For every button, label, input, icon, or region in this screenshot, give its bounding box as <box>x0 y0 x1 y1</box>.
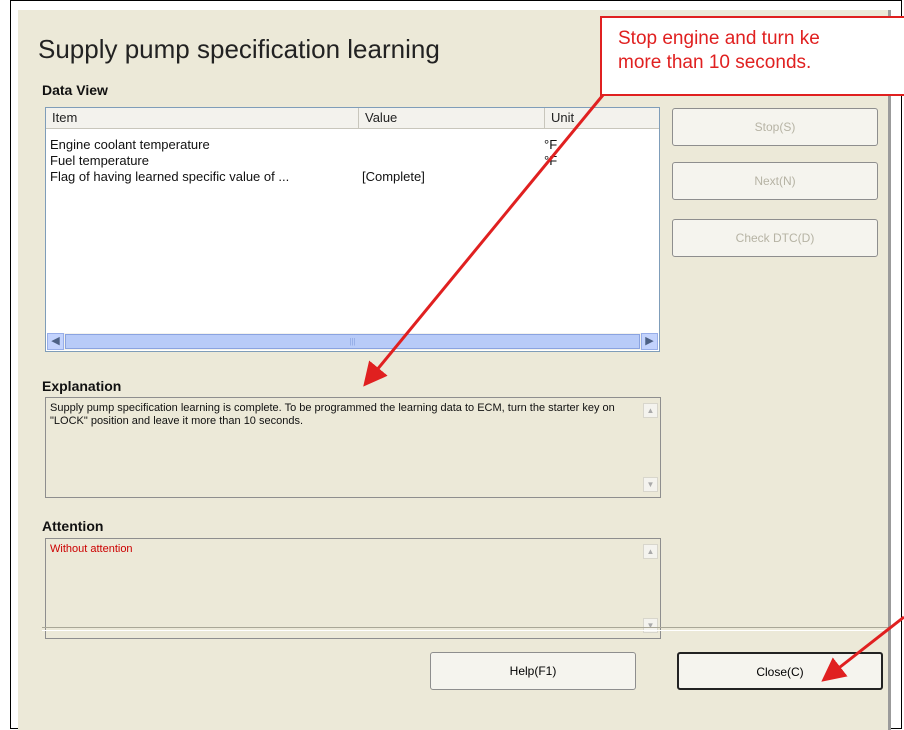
divider <box>42 627 888 631</box>
row-item: Flag of having learned specific value of… <box>50 169 290 184</box>
explanation-textbox[interactable]: Supply pump specification learning is co… <box>45 397 661 498</box>
scroll-right-icon[interactable]: ▶ <box>641 333 658 350</box>
scroll-down-icon[interactable]: ▼ <box>643 477 658 492</box>
row-value: [Complete] <box>362 169 425 184</box>
row-unit: °F <box>544 137 558 152</box>
annotation-callout-text: Stop engine and turn ke more than 10 sec… <box>618 28 820 73</box>
explanation-text: Supply pump specification learning is co… <box>50 402 615 427</box>
attention-label: Attention <box>42 518 104 534</box>
column-header-unit[interactable]: Unit <box>545 108 659 128</box>
row-item: Engine coolant temperature <box>50 137 210 152</box>
stop-button[interactable]: Stop(S) <box>672 108 878 146</box>
attention-text: Without attention <box>50 543 133 555</box>
column-header-value[interactable]: Value <box>359 108 545 128</box>
horizontal-scrollbar[interactable]: ◀ ||| ▶ <box>47 333 658 350</box>
close-button[interactable]: Close(C) <box>677 652 883 690</box>
scroll-thumb[interactable]: ||| <box>65 334 640 349</box>
help-button[interactable]: Help(F1) <box>430 652 636 690</box>
page-title: Supply pump specification learning <box>38 34 440 64</box>
vertical-scrollbar[interactable]: ▲ ▼ <box>642 540 659 637</box>
scroll-up-icon[interactable]: ▲ <box>643 544 658 559</box>
column-header-item[interactable]: Item <box>46 108 359 128</box>
attention-textbox[interactable]: Without attention ▲ ▼ <box>45 538 661 639</box>
dialog-edge <box>888 10 891 730</box>
row-unit: °F <box>544 153 558 168</box>
row-item: Fuel temperature <box>50 153 149 168</box>
scroll-left-icon[interactable]: ◀ <box>47 333 64 350</box>
next-button[interactable]: Next(N) <box>672 162 878 200</box>
explanation-label: Explanation <box>42 378 122 394</box>
check-dtc-button[interactable]: Check DTC(D) <box>672 219 878 257</box>
scroll-up-icon[interactable]: ▲ <box>643 403 658 418</box>
list-header: Item Value Unit <box>46 108 659 129</box>
vertical-scrollbar[interactable]: ▲ ▼ <box>642 399 659 496</box>
data-view-label: Data View <box>42 82 108 98</box>
data-list-view[interactable]: Item Value Unit Engine coolant temperatu… <box>45 107 660 352</box>
